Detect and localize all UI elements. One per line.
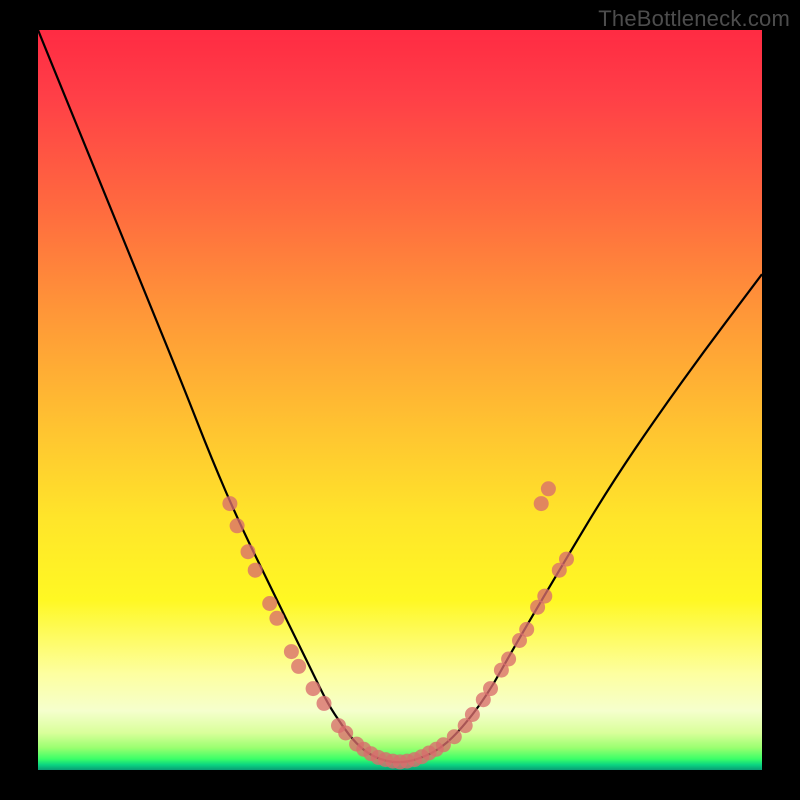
watermark-text: TheBottleneck.com	[598, 6, 790, 32]
data-marker	[222, 496, 237, 511]
data-marker	[465, 707, 480, 722]
data-marker	[501, 652, 516, 667]
data-marker	[537, 589, 552, 604]
data-marker	[317, 696, 332, 711]
bottleneck-curve	[38, 30, 762, 762]
data-marker	[230, 518, 245, 533]
data-marker	[483, 681, 498, 696]
data-marker	[338, 726, 353, 741]
data-marker	[248, 563, 263, 578]
curve-svg	[38, 30, 762, 770]
data-marker	[519, 622, 534, 637]
data-marker	[559, 552, 574, 567]
data-marker	[269, 611, 284, 626]
chart-canvas: TheBottleneck.com	[0, 0, 800, 800]
data-marker	[306, 681, 321, 696]
data-marker	[291, 659, 306, 674]
data-marker	[284, 644, 299, 659]
data-marker	[447, 729, 462, 744]
plot-area	[38, 30, 762, 770]
data-marker	[541, 481, 556, 496]
data-marker	[241, 544, 256, 559]
data-marker	[534, 496, 549, 511]
data-marker	[262, 596, 277, 611]
markers-group	[222, 481, 574, 769]
